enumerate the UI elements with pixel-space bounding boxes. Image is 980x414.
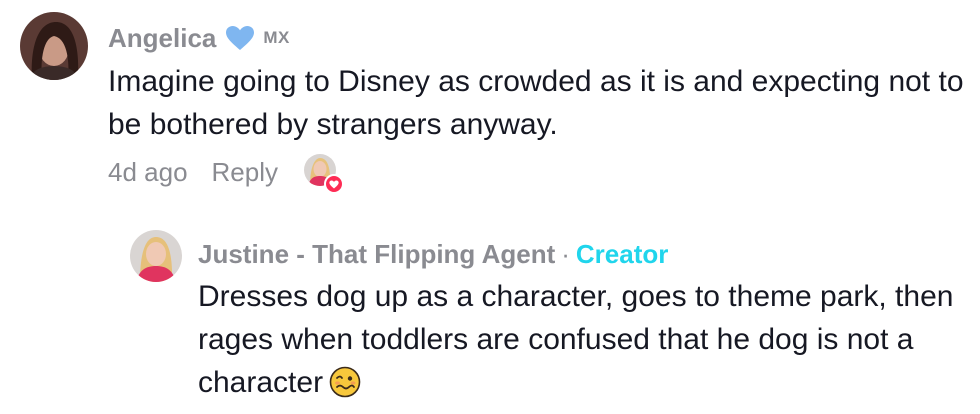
woozy-face-emoji	[329, 366, 361, 410]
comment-text-content: Dresses dog up as a character, goes to t…	[198, 280, 954, 399]
timestamp: 4d ago	[108, 156, 188, 187]
comment-text: Dresses dog up as a character, goes to t…	[198, 275, 970, 410]
separator: ·	[561, 238, 570, 269]
username[interactable]: Justine - That Flipping Agent	[198, 239, 555, 270]
creator-liked-heart-icon	[324, 174, 345, 194]
country-code: MX	[263, 28, 290, 47]
avatar[interactable]	[20, 12, 88, 80]
username[interactable]: Angelica	[108, 23, 216, 54]
comment-text: Imagine going to Disney as crowded as it…	[108, 65, 964, 141]
comment-header: Angelica MX	[108, 22, 290, 54]
avatar[interactable]	[130, 230, 182, 282]
comment-header: Justine - That Flipping Agent · Creator	[198, 238, 668, 270]
comment-actions: 4d ago Reply	[108, 154, 345, 194]
creator-badge: Creator	[575, 238, 669, 269]
creator-liked-indicator	[304, 154, 345, 194]
reply-button[interactable]: Reply	[212, 157, 278, 188]
blue-heart-icon	[225, 25, 255, 51]
